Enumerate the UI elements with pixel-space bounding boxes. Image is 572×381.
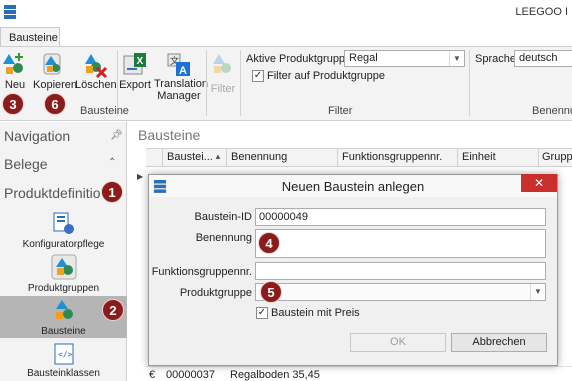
group-label-filter: Filter xyxy=(328,105,353,117)
ribbon-separator xyxy=(240,50,241,116)
table-row[interactable]: € 00000037 Regalboden 35,45 xyxy=(146,366,572,381)
currency-icon: € xyxy=(149,369,156,381)
nav-item-label: Produktgruppen xyxy=(27,283,100,294)
filter-checkbox[interactable]: ✓ xyxy=(252,70,264,82)
active-group-label: Aktive Produktgruppe xyxy=(246,53,352,65)
ribbon-separator xyxy=(469,50,470,116)
components-icon xyxy=(55,300,73,319)
row-id: 00000037 xyxy=(166,369,215,381)
product-group-select[interactable]: ▼ xyxy=(255,283,546,301)
group-label-bausteine: Bausteine xyxy=(80,105,129,117)
export-label: Export xyxy=(119,79,151,91)
column-header-einheit[interactable]: Einheit xyxy=(462,151,496,163)
product-groups-icon xyxy=(51,254,76,280)
active-group-value: Regal xyxy=(349,52,378,64)
annotation-badge: 1 xyxy=(101,181,123,203)
svg-text:</>: </> xyxy=(58,350,73,359)
language-value: deutsch xyxy=(519,52,558,64)
group-label-benennung: Benennun xyxy=(532,105,572,117)
cancel-button[interactable]: Abbrechen xyxy=(451,333,547,352)
chevron-down-icon: ▼ xyxy=(530,284,545,300)
row-indicator-icon: ▶ xyxy=(137,172,144,181)
copy-button[interactable]: Kopieren xyxy=(33,52,78,91)
filter-icon xyxy=(213,54,231,73)
component-classes-icon: </> xyxy=(54,343,73,365)
annotation-badge: 2 xyxy=(102,299,124,321)
ok-button[interactable]: OK xyxy=(350,333,446,352)
annotation-badge: 6 xyxy=(44,93,66,115)
delete-label: Löschen xyxy=(75,79,117,91)
nav-item-bausteinklassen[interactable]: </> Bausteinklassen xyxy=(0,342,127,381)
nav-item-label: Konfiguratorpflege xyxy=(22,239,105,250)
delete-icon xyxy=(85,54,108,78)
title-bar xyxy=(0,0,572,24)
ribbon-separator xyxy=(206,50,207,116)
language-label: Sprache xyxy=(475,53,516,65)
pin-icon[interactable]: 📌︎ xyxy=(110,130,123,141)
excel-export-icon: X xyxy=(123,53,146,75)
nav-section-produktdefinition[interactable]: Produktdefinitio xyxy=(4,185,101,201)
filter-check-label: Filter auf Produktgruppe xyxy=(267,70,386,82)
filter-button[interactable]: Filter xyxy=(209,52,237,95)
translation-label-1: Translation xyxy=(154,78,209,90)
tab-bar xyxy=(0,24,572,46)
name-label: Benennung xyxy=(195,232,252,244)
translation-icon: 文 A xyxy=(167,53,190,77)
grid-divider xyxy=(226,148,227,167)
filter-label: Filter xyxy=(210,83,236,95)
window-title: LEEGOO I xyxy=(515,6,568,18)
new-icon xyxy=(3,53,23,74)
tab-bausteine[interactable]: Bausteine xyxy=(0,27,60,47)
nav-item-konfiguratorpflege[interactable]: Konfiguratorpflege xyxy=(0,210,127,254)
app-logo-icon xyxy=(4,5,16,19)
navigation-header: Navigation xyxy=(4,128,71,144)
product-group-label: Produktgruppe xyxy=(179,287,252,299)
function-group-label: Funktionsgruppennr. xyxy=(151,266,252,278)
annotation-badge: 3 xyxy=(2,93,24,115)
annotation-badge: 5 xyxy=(260,281,282,303)
column-header-baustein[interactable]: Baustei... xyxy=(167,151,213,163)
configurator-icon xyxy=(53,212,74,234)
nav-item-label: Bausteinklassen xyxy=(27,368,100,379)
chevron-down-icon: ▼ xyxy=(449,51,464,66)
translation-label-2: Manager xyxy=(157,90,201,102)
new-label: Neu xyxy=(4,79,26,91)
id-field[interactable]: 00000049 xyxy=(255,208,546,226)
svg-text:X: X xyxy=(137,56,144,67)
price-check-label: Baustein mit Preis xyxy=(271,307,360,319)
function-group-field[interactable] xyxy=(255,262,546,280)
sort-asc-icon: ▲ xyxy=(214,152,222,161)
grid-divider xyxy=(457,148,458,167)
nav-item-produktgruppen[interactable]: Produktgruppen xyxy=(0,254,127,296)
column-header-funktionsgruppe[interactable]: Funktionsgruppennr. xyxy=(342,151,442,163)
row-name: Regalboden 35,45 xyxy=(230,369,320,381)
dialog-title: Neuen Baustein anlegen xyxy=(281,179,425,194)
id-label: Baustein-ID xyxy=(194,211,252,223)
copy-icon xyxy=(43,53,61,75)
new-button[interactable]: Neu xyxy=(2,52,28,91)
delete-button[interactable]: Löschen xyxy=(75,52,117,91)
nav-item-label: Bausteine xyxy=(41,326,86,337)
svg-text:A: A xyxy=(179,65,187,77)
page-title: Bausteine xyxy=(138,127,201,143)
language-select[interactable]: deutsch xyxy=(514,50,572,67)
price-checkbox[interactable]: ✓ xyxy=(256,307,268,319)
annotation-badge: 4 xyxy=(258,232,280,254)
name-field[interactable] xyxy=(255,229,546,258)
export-button[interactable]: X Export xyxy=(119,52,151,91)
active-group-select[interactable]: Regal ▼ xyxy=(344,50,465,67)
nav-section-belege[interactable]: Belege xyxy=(4,156,48,172)
chevron-up-icon[interactable]: ⌃ xyxy=(108,157,116,168)
close-icon[interactable]: ✕ xyxy=(521,174,557,192)
grid-divider xyxy=(538,148,539,167)
copy-label: Kopieren xyxy=(33,79,78,91)
grid-divider xyxy=(337,148,338,167)
translation-manager-button[interactable]: 文 A Translation Manager xyxy=(154,52,209,102)
grid-divider xyxy=(162,148,163,167)
column-header-benennung[interactable]: Benennung xyxy=(231,151,287,163)
column-header-gruppe[interactable]: Grupp xyxy=(542,151,572,163)
